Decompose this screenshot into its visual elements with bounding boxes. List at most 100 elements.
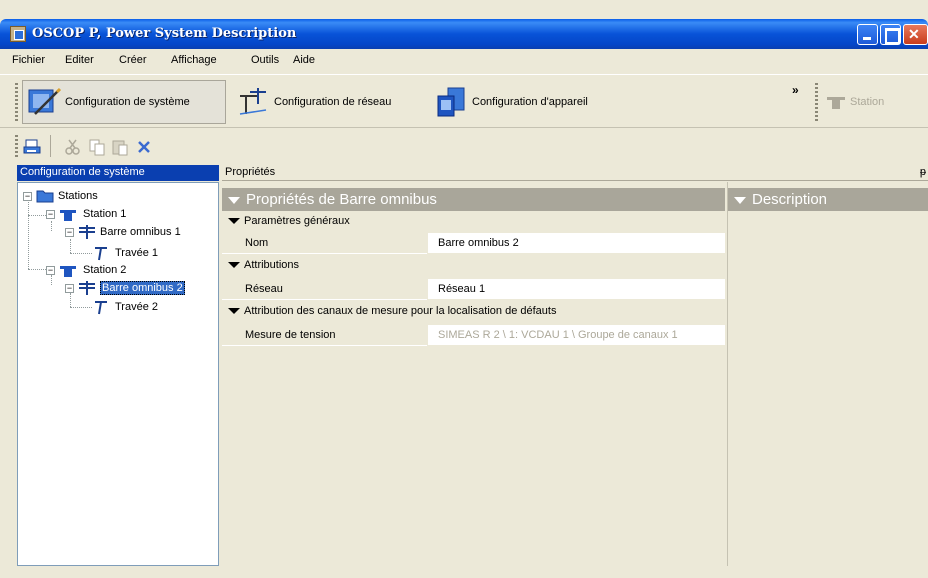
copy-icon[interactable] xyxy=(88,138,106,156)
close-button[interactable] xyxy=(903,24,928,45)
toolbar2-separator xyxy=(50,135,51,157)
property-name: Mesure de tension xyxy=(222,325,427,346)
system-config-button[interactable]: Configuration de système xyxy=(22,80,226,124)
station-icon xyxy=(826,95,846,109)
edit-toolbar xyxy=(0,129,928,163)
property-value[interactable]: SIMEAS R 2 \ 1: VCDAU 1 \ Groupe de cana… xyxy=(428,325,725,346)
print-icon[interactable] xyxy=(23,138,41,156)
delete-icon[interactable] xyxy=(135,138,153,156)
tree-node-busbar-2[interactable]: − Barre omnibus 2 xyxy=(65,281,185,295)
app-icon[interactable] xyxy=(10,26,26,42)
menu-fichier[interactable]: Fichier xyxy=(12,54,45,66)
tree-node-station-2[interactable]: − Station 2 xyxy=(46,263,126,277)
station-icon xyxy=(60,210,76,221)
tree-line xyxy=(70,253,92,254)
title-bar[interactable]: OSCOP P, Power System Description xyxy=(0,19,928,49)
property-name: Réseau xyxy=(222,279,427,300)
station-icon xyxy=(60,266,76,277)
tree-line xyxy=(28,269,46,270)
tree-line xyxy=(28,215,46,216)
collapse-toggle[interactable]: − xyxy=(65,283,74,293)
collapse-toggle[interactable]: − xyxy=(46,265,55,275)
tree-label: Station 1 xyxy=(83,208,127,220)
toolbar-grip-2[interactable] xyxy=(815,83,818,121)
network-config-icon xyxy=(236,86,270,118)
system-config-icon xyxy=(27,86,62,118)
tree-line xyxy=(70,239,71,253)
tree-label: Station 2 xyxy=(83,264,127,276)
description-column: Description xyxy=(727,182,928,566)
device-config-icon xyxy=(434,86,468,118)
busbar-icon xyxy=(79,281,95,295)
tree-line xyxy=(51,221,52,231)
category-channels[interactable]: Attribution des canaux de mesure pour la… xyxy=(222,302,725,323)
tree-line xyxy=(70,293,71,307)
tree-label: Stations xyxy=(58,190,98,202)
cut-icon[interactable] xyxy=(64,138,82,156)
property-value[interactable]: Réseau 1 xyxy=(428,279,725,300)
tree-label-selected: Barre omnibus 2 xyxy=(100,281,185,295)
main-toolbar: Configuration de système Configuration d… xyxy=(0,74,928,128)
toolbar-overflow-chevron[interactable]: » xyxy=(792,83,799,97)
bay-icon xyxy=(95,247,107,261)
tree-line xyxy=(28,197,29,269)
properties-panel-header: Propriétés ᵽ xyxy=(222,165,928,181)
window-title: OSCOP P, Power System Description xyxy=(32,26,297,41)
properties-header-label: Propriétés xyxy=(225,166,276,178)
description-title: Description xyxy=(752,191,828,208)
device-config-label: Configuration d'appareil xyxy=(472,96,588,108)
menu-creer[interactable]: Créer xyxy=(119,54,147,66)
properties-section-header: Propriétés de Barre omnibus xyxy=(222,188,725,211)
collapse-triangle-icon[interactable] xyxy=(734,196,746,204)
network-config-label: Configuration de réseau xyxy=(274,96,392,108)
property-row-nom[interactable]: Nom Barre omnibus 2 xyxy=(222,233,725,254)
toolbar2-grip[interactable] xyxy=(15,135,18,157)
tree-node-busbar-1[interactable]: − Barre omnibus 1 xyxy=(65,225,181,239)
property-value[interactable]: Barre omnibus 2 xyxy=(428,233,725,254)
collapse-triangle-icon[interactable] xyxy=(228,196,240,204)
status-bar xyxy=(0,566,928,578)
system-config-label: Configuration de système xyxy=(65,96,190,108)
minimize-button[interactable] xyxy=(857,24,878,45)
section-title: Propriétés de Barre omnibus xyxy=(246,191,437,208)
device-config-button[interactable]: Configuration d'appareil xyxy=(430,80,650,124)
bay-icon xyxy=(95,301,107,315)
toolbar-grip[interactable] xyxy=(15,83,18,121)
collapse-triangle-icon[interactable] xyxy=(228,218,240,225)
pin-icon[interactable]: ᵽ xyxy=(920,166,926,178)
network-config-button[interactable]: Configuration de réseau xyxy=(232,80,428,124)
tree-node-bay-2[interactable]: Travée 2 xyxy=(93,299,158,315)
category-label: Paramètres généraux xyxy=(244,215,350,227)
tree-line xyxy=(70,307,92,308)
menu-bar: Fichier Editer Créer Affichage Outils Ai… xyxy=(0,49,928,73)
maximize-button[interactable] xyxy=(880,24,901,45)
property-grid: Propriétés de Barre omnibus Paramètres g… xyxy=(222,182,928,566)
tree-node-bay-1[interactable]: Travée 1 xyxy=(93,245,158,261)
menu-aide[interactable]: Aide xyxy=(293,54,315,66)
property-row-reseau[interactable]: Réseau Réseau 1 xyxy=(222,279,725,300)
collapse-triangle-icon[interactable] xyxy=(228,308,240,315)
tree-label: Travée 2 xyxy=(115,301,159,313)
category-general[interactable]: Paramètres généraux xyxy=(222,212,725,233)
station-button[interactable]: Station xyxy=(822,80,902,124)
collapse-triangle-icon[interactable] xyxy=(228,262,240,269)
category-label: Attribution des canaux de mesure pour la… xyxy=(244,305,557,317)
collapse-toggle[interactable]: − xyxy=(46,209,55,219)
busbar-icon xyxy=(79,225,95,239)
tree-label: Barre omnibus 1 xyxy=(100,226,181,238)
property-row-voltage[interactable]: Mesure de tension SIMEAS R 2 \ 1: VCDAU … xyxy=(222,325,725,346)
menu-editer[interactable]: Editer xyxy=(65,54,94,66)
tree-node-station-1[interactable]: − Station 1 xyxy=(46,207,126,221)
system-tree[interactable]: − Stations − Station 1 − Barre omnibus 1… xyxy=(17,182,219,566)
tree-node-stations[interactable]: − Stations xyxy=(23,189,98,203)
category-label: Attributions xyxy=(244,259,300,271)
collapse-toggle[interactable]: − xyxy=(23,191,32,201)
menu-outils[interactable]: Outils xyxy=(251,54,279,66)
category-attributions[interactable]: Attributions xyxy=(222,256,725,277)
system-config-panel-header: Configuration de système xyxy=(17,165,219,181)
menu-affichage[interactable]: Affichage xyxy=(171,54,217,66)
description-header: Description xyxy=(728,188,928,211)
property-name: Nom xyxy=(222,233,427,254)
paste-icon[interactable] xyxy=(111,138,129,156)
collapse-toggle[interactable]: − xyxy=(65,227,74,237)
